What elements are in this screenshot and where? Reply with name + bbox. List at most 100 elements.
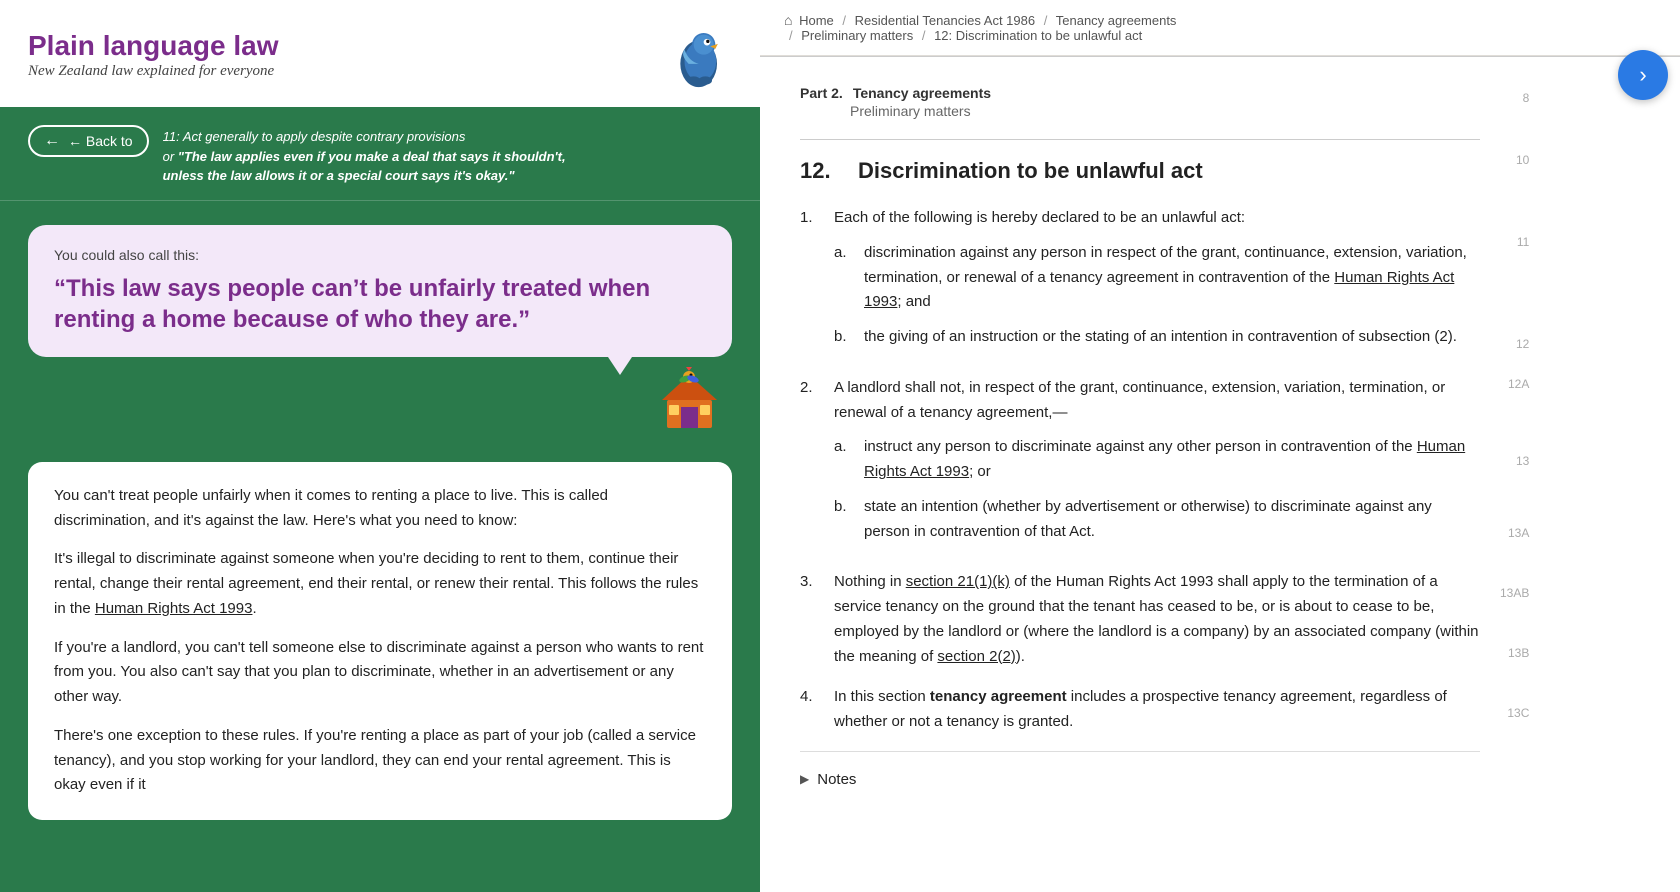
home-icon: ⌂ [784, 12, 792, 28]
sub-item-2a-letter: a. [834, 435, 854, 485]
list-item-1-num: 1. [800, 206, 824, 360]
line-num-13a: 13A [1500, 522, 1529, 544]
fab-button[interactable]: › [1618, 50, 1668, 100]
sub-item-2b-letter: b. [834, 495, 854, 545]
sub-list-item-1b: b. the giving of an instruction or the s… [834, 325, 1480, 350]
line-num-10: 10 [1500, 149, 1529, 171]
left-panel: Plain language law New Zealand law expla… [0, 0, 760, 892]
human-rights-link-2a[interactable]: Human Rights Act 1993 [864, 269, 1454, 311]
sub-list-item-2a: a. instruct any person to discriminate a… [834, 435, 1480, 485]
list-item-3-num: 3. [800, 570, 824, 669]
back-nav-quote2: unless the law allows it or a special co… [163, 168, 515, 183]
law-body: 1. Each of the following is hereby decla… [800, 206, 1480, 809]
bubble-quote: “This law says people can’t be unfairly … [54, 273, 706, 335]
list-item-4-text: In this section tenancy agreement includ… [834, 688, 1447, 730]
list-item-4: 4. In this section tenancy agreement inc… [800, 685, 1480, 735]
list-item-3-content: Nothing in section 21(1)(k) of the Human… [834, 570, 1480, 669]
breadcrumb: ⌂ Home / Residential Tenancies Act 1986 … [760, 0, 1680, 56]
breadcrumb-current: 12: Discrimination to be unlawful act [934, 28, 1142, 43]
app-title: Plain language law [28, 31, 279, 62]
line-num-8: 8 [1500, 87, 1529, 109]
part-sub: Preliminary matters [800, 103, 1480, 119]
line-num-13b: 13B [1500, 642, 1529, 664]
part-header: Part 2. Tenancy agreements Preliminary m… [800, 85, 1480, 119]
line-numbers: 8 10 11 12 12A 13 13A 13AB 13B 13C [1500, 85, 1529, 864]
tenancy-agreement-bold: tenancy agreement [930, 688, 1067, 705]
line-num-12: 12 [1500, 333, 1529, 355]
app-subtitle: New Zealand law explained for everyone [28, 63, 279, 80]
back-nav: ← ← Back to 11: Act generally to apply d… [0, 107, 760, 201]
breadcrumb-act[interactable]: Residential Tenancies Act 1986 [855, 13, 1035, 28]
sub-list-1: a. discrimination against any person in … [834, 241, 1480, 350]
explanation-box: You can't treat people unfairly when it … [28, 462, 732, 820]
line-num-13c: 13C [1500, 702, 1529, 724]
line-num-13: 13 [1500, 450, 1529, 472]
bubble-label: You could also call this: [54, 247, 706, 263]
breadcrumb-tenancy[interactable]: Tenancy agreements [1056, 13, 1177, 28]
back-nav-line3: unless the law allows it or a special co… [163, 166, 566, 186]
line-num-13ab: 13AB [1500, 582, 1529, 604]
law-text: Part 2. Tenancy agreements Preliminary m… [800, 85, 1480, 864]
list-item-1-text: Each of the following is hereby declared… [834, 209, 1245, 226]
part-title: Tenancy agreements [853, 85, 991, 101]
sub-item-1a-text: discrimination against any person in res… [864, 241, 1480, 315]
back-nav-description: 11: Act generally to apply despite contr… [163, 125, 566, 186]
speech-bubble: You could also call this: “This law says… [28, 225, 732, 357]
back-arrow-icon: ← [44, 132, 60, 150]
left-content: You could also call this: “This law says… [0, 201, 760, 892]
right-panel: ⌂ Home / Residential Tenancies Act 1986 … [760, 0, 1680, 892]
notes-section[interactable]: ▶ Notes [800, 751, 1480, 809]
sub-item-2b-text: state an intention (whether by advertise… [864, 495, 1480, 545]
explanation-p1: You can't treat people unfairly when it … [54, 484, 706, 534]
human-rights-link-2b[interactable]: Human Rights Act 1993 [864, 438, 1465, 480]
left-header: Plain language law New Zealand law expla… [0, 0, 760, 107]
section-21-link[interactable]: section 21(1)(k) [906, 573, 1010, 590]
part-label: Part 2. Tenancy agreements [800, 85, 1480, 101]
back-nav-quote: "The law applies even if you make a deal… [178, 149, 566, 164]
breadcrumb-sep4: / [922, 28, 926, 43]
line-num-11: 11 [1500, 231, 1529, 253]
sub-item-2a-text: instruct any person to discriminate agai… [864, 435, 1480, 485]
list-item-4-content: In this section tenancy agreement includ… [834, 685, 1480, 735]
list-item-2: 2. A landlord shall not, in respect of t… [800, 376, 1480, 555]
explanation-p2: It's illegal to discriminate against som… [54, 547, 706, 621]
section-header: 12. Discrimination to be unlawful act [800, 158, 1480, 184]
header-text: Plain language law New Zealand law expla… [28, 31, 279, 81]
house-icon [657, 365, 722, 430]
back-button[interactable]: ← ← Back to [28, 125, 149, 157]
list-item-2-num: 2. [800, 376, 824, 555]
breadcrumb-sep1: / [842, 13, 846, 28]
main-list: 1. Each of the following is hereby decla… [800, 206, 1480, 735]
explanation-p3: If you're a landlord, you can't tell som… [54, 636, 706, 710]
breadcrumb-sep2: / [1044, 13, 1048, 28]
right-content: Part 2. Tenancy agreements Preliminary m… [760, 57, 1680, 892]
bird-icon [662, 18, 732, 93]
sub-item-1b-text: the giving of an instruction or the stat… [864, 325, 1457, 350]
sub-list-2: a. instruct any person to discriminate a… [834, 435, 1480, 544]
section-title: Discrimination to be unlawful act [858, 158, 1203, 184]
list-item-2-content: A landlord shall not, in respect of the … [834, 376, 1480, 555]
list-item-3-text: Nothing in section 21(1)(k) of the Human… [834, 573, 1479, 664]
notes-label: Notes [817, 768, 856, 793]
sub-item-1a-letter: a. [834, 241, 854, 315]
list-item-3: 3. Nothing in section 21(1)(k) of the Hu… [800, 570, 1480, 669]
back-nav-line2: or "The law applies even if you make a d… [163, 147, 566, 167]
section-2-2-link[interactable]: section 2(2) [937, 648, 1015, 665]
list-item-2-text: A landlord shall not, in respect of the … [834, 379, 1445, 421]
list-item-1-content: Each of the following is hereby declared… [834, 206, 1480, 360]
back-nav-line1: 11: Act generally to apply despite contr… [163, 127, 566, 147]
back-button-label: ← Back to [68, 133, 133, 149]
breadcrumb-home[interactable]: Home [799, 13, 834, 28]
explanation-p4: There's one exception to these rules. If… [54, 724, 706, 798]
list-item-4-num: 4. [800, 685, 824, 735]
section-number: 12. [800, 158, 840, 184]
fab-icon: › [1639, 62, 1646, 88]
notes-triangle-icon: ▶ [800, 770, 809, 790]
line-num-12a: 12A [1500, 373, 1529, 395]
breadcrumb-prelim[interactable]: Preliminary matters [801, 28, 913, 43]
human-rights-link-1[interactable]: Human Rights Act 1993 [95, 600, 253, 617]
sub-list-item-1a: a. discrimination against any person in … [834, 241, 1480, 315]
breadcrumb-sep3: / [789, 28, 796, 43]
list-item-1: 1. Each of the following is hereby decla… [800, 206, 1480, 360]
part-number: Part 2. [800, 85, 843, 101]
